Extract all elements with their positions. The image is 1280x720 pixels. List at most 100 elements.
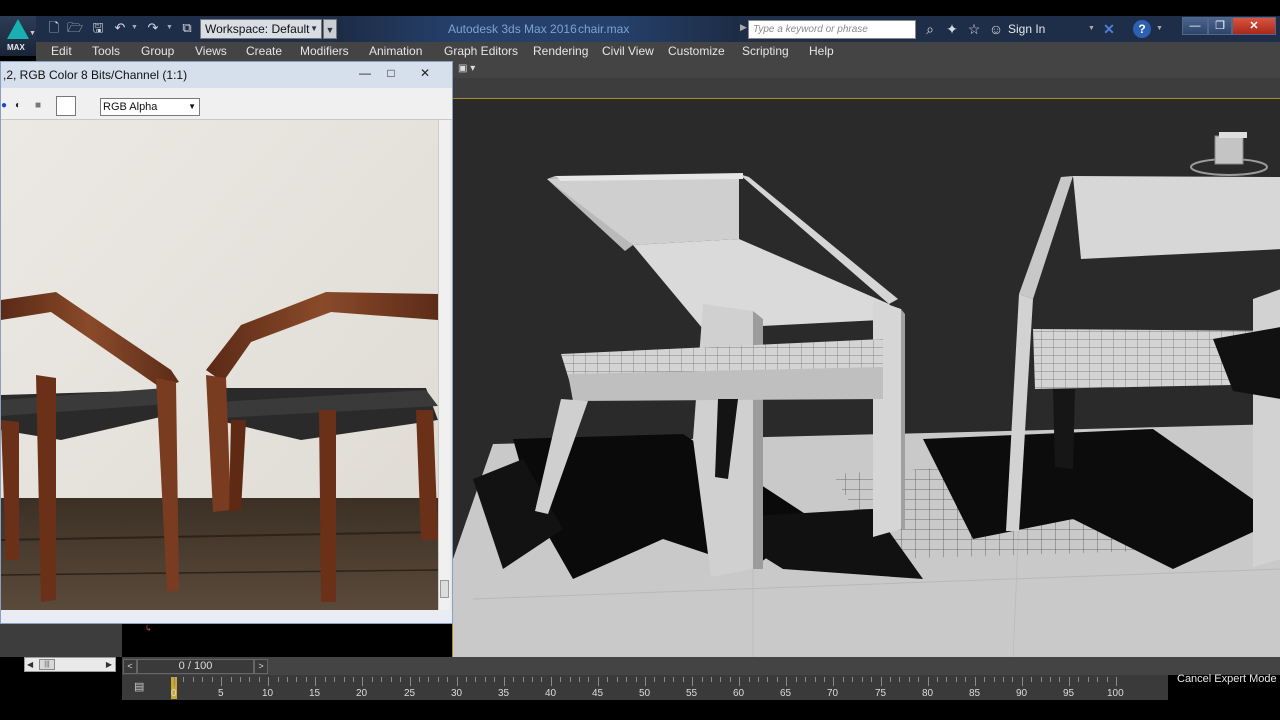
- exchange-apps-icon[interactable]: ✕: [1100, 20, 1118, 38]
- track-tick: [231, 677, 232, 682]
- track-tick: [278, 677, 279, 682]
- track-tick: [956, 677, 957, 682]
- track-tick: [1012, 677, 1013, 682]
- sign-in-link[interactable]: Sign In: [1008, 22, 1045, 36]
- user-icon[interactable]: ☺: [987, 20, 1005, 38]
- menu-create[interactable]: Create: [246, 44, 282, 58]
- rendered-frame-window[interactable]: ,2, RGB Color 8 Bits/Channel (1:1) — □ ✕…: [0, 61, 453, 624]
- track-tick-label: 95: [1063, 688, 1075, 699]
- menu-customize[interactable]: Customize: [668, 44, 725, 58]
- undo-icon[interactable]: ↶: [112, 20, 128, 36]
- track-tick: [824, 677, 825, 682]
- expand-arrow-icon[interactable]: ▶: [740, 22, 747, 33]
- status-strip: [0, 700, 1280, 720]
- track-tick: [457, 677, 458, 686]
- menu-help[interactable]: Help: [809, 44, 834, 58]
- channel-dropdown[interactable]: RGB Alpha ▼: [100, 98, 200, 116]
- track-tick: [362, 677, 363, 686]
- undo-dropdown-icon[interactable]: ▼: [131, 24, 138, 31]
- frame-window-title: ,2, RGB Color 8 Bits/Channel (1:1): [3, 68, 188, 82]
- track-tick: [334, 677, 335, 682]
- customize-quick-access-button[interactable]: ▼: [323, 19, 337, 39]
- menu-group[interactable]: Group: [141, 44, 174, 58]
- track-tick: [353, 677, 354, 682]
- menu-scripting[interactable]: Scripting: [742, 44, 789, 58]
- horizontal-scrollbar[interactable]: ◀ ||| ▶: [24, 657, 116, 672]
- curve-editor-icon[interactable]: ▤: [134, 680, 152, 696]
- track-tick: [438, 677, 439, 682]
- redo-dropdown-icon[interactable]: ▼: [166, 24, 173, 31]
- track-tick-label: 5: [218, 688, 224, 699]
- viewport-scene: [453, 99, 1280, 658]
- color-swatch[interactable]: [56, 96, 76, 116]
- logo-text: MAX: [7, 43, 25, 52]
- track-tick-label: 85: [969, 688, 981, 699]
- close-button[interactable]: ✕: [1232, 17, 1276, 35]
- workspace-dropdown[interactable]: Workspace: Default ▼: [200, 19, 322, 39]
- help-icon[interactable]: ?: [1133, 20, 1151, 38]
- favorites-star-icon[interactable]: ☆: [965, 20, 983, 38]
- workspace-label: Workspace: Default: [205, 22, 310, 36]
- channel-label: RGB Alpha: [103, 101, 158, 113]
- track-tick-label: 60: [733, 688, 745, 699]
- redo-icon[interactable]: ↷: [145, 20, 161, 36]
- alpha-channel-icon[interactable]: ◐: [15, 100, 21, 111]
- scroll-thumb[interactable]: [440, 580, 449, 598]
- track-tick: [249, 677, 250, 682]
- maximize-button[interactable]: ❐: [1208, 17, 1232, 35]
- track-tick-label: 10: [262, 688, 274, 699]
- chevron-down-icon[interactable]: ▼: [1088, 25, 1095, 32]
- menu-views[interactable]: Views: [195, 44, 227, 58]
- track-tick: [702, 677, 703, 682]
- scroll-right-icon[interactable]: ▶: [106, 658, 112, 671]
- menu-animation[interactable]: Animation: [369, 44, 422, 58]
- track-tick: [485, 677, 486, 682]
- track-tick: [541, 677, 542, 682]
- scroll-thumb[interactable]: |||: [39, 659, 55, 670]
- track-tick: [259, 677, 260, 682]
- time-slider-next-button[interactable]: >: [254, 659, 268, 674]
- menu-tools[interactable]: Tools: [92, 44, 120, 58]
- frame-window-toolbar: ● ◐ ■ RGB Alpha ▼: [1, 88, 452, 120]
- minimize-button[interactable]: —: [1182, 17, 1208, 35]
- track-tick: [1069, 677, 1070, 686]
- menu-civil-view[interactable]: Civil View: [602, 44, 654, 58]
- track-tick: [174, 677, 175, 686]
- app-title: Autodesk 3ds Max 2016: [448, 22, 577, 36]
- perspective-viewport[interactable]: [452, 98, 1280, 658]
- menu-rendering[interactable]: Rendering: [533, 44, 588, 58]
- project-folder-icon[interactable]: ⧉: [179, 20, 195, 36]
- track-tick: [400, 677, 401, 682]
- menu-edit[interactable]: Edit: [51, 44, 72, 58]
- track-tick: [1107, 677, 1108, 682]
- track-tick-label: 20: [356, 688, 368, 699]
- blue-channel-icon[interactable]: ●: [1, 100, 7, 111]
- open-icon[interactable]: 🗁: [67, 20, 83, 36]
- scroll-left-icon[interactable]: ◀: [27, 658, 33, 671]
- viewport-layout-icon[interactable]: ▣ ▾: [458, 63, 475, 74]
- rendered-chairs-image: [1, 120, 438, 610]
- frame-close-button[interactable]: ✕: [413, 65, 437, 83]
- chevron-down-icon[interactable]: ▼: [1156, 25, 1163, 32]
- time-slider-prev-button[interactable]: <: [123, 659, 137, 674]
- layer-panel-area: [0, 624, 122, 657]
- frame-minimize-button[interactable]: —: [353, 65, 377, 83]
- frame-maximize-button[interactable]: □: [379, 65, 403, 83]
- track-tick: [212, 677, 213, 682]
- binoculars-icon[interactable]: ⌕: [921, 20, 939, 38]
- track-tick: [598, 677, 599, 686]
- cancel-expert-mode-button[interactable]: Cancel Expert Mode: [1177, 673, 1277, 685]
- frame-window-titlebar[interactable]: ,2, RGB Color 8 Bits/Channel (1:1) — □ ✕: [1, 62, 452, 88]
- monochrome-icon[interactable]: ■: [35, 100, 41, 111]
- frame-vertical-scrollbar[interactable]: [438, 120, 450, 610]
- search-input[interactable]: Type a keyword or phrase: [748, 20, 916, 39]
- menu-modifiers[interactable]: Modifiers: [300, 44, 349, 58]
- chevron-down-icon[interactable]: ▼: [29, 30, 36, 37]
- time-slider-frame[interactable]: 0 / 100: [137, 659, 254, 674]
- communication-center-icon[interactable]: ✦: [943, 20, 961, 38]
- menu-graph-editors[interactable]: Graph Editors: [444, 44, 518, 58]
- new-icon[interactable]: 🗋: [46, 20, 62, 36]
- track-tick: [928, 677, 929, 686]
- track-tick-label: 70: [827, 688, 839, 699]
- save-icon[interactable]: 🖫: [90, 20, 106, 36]
